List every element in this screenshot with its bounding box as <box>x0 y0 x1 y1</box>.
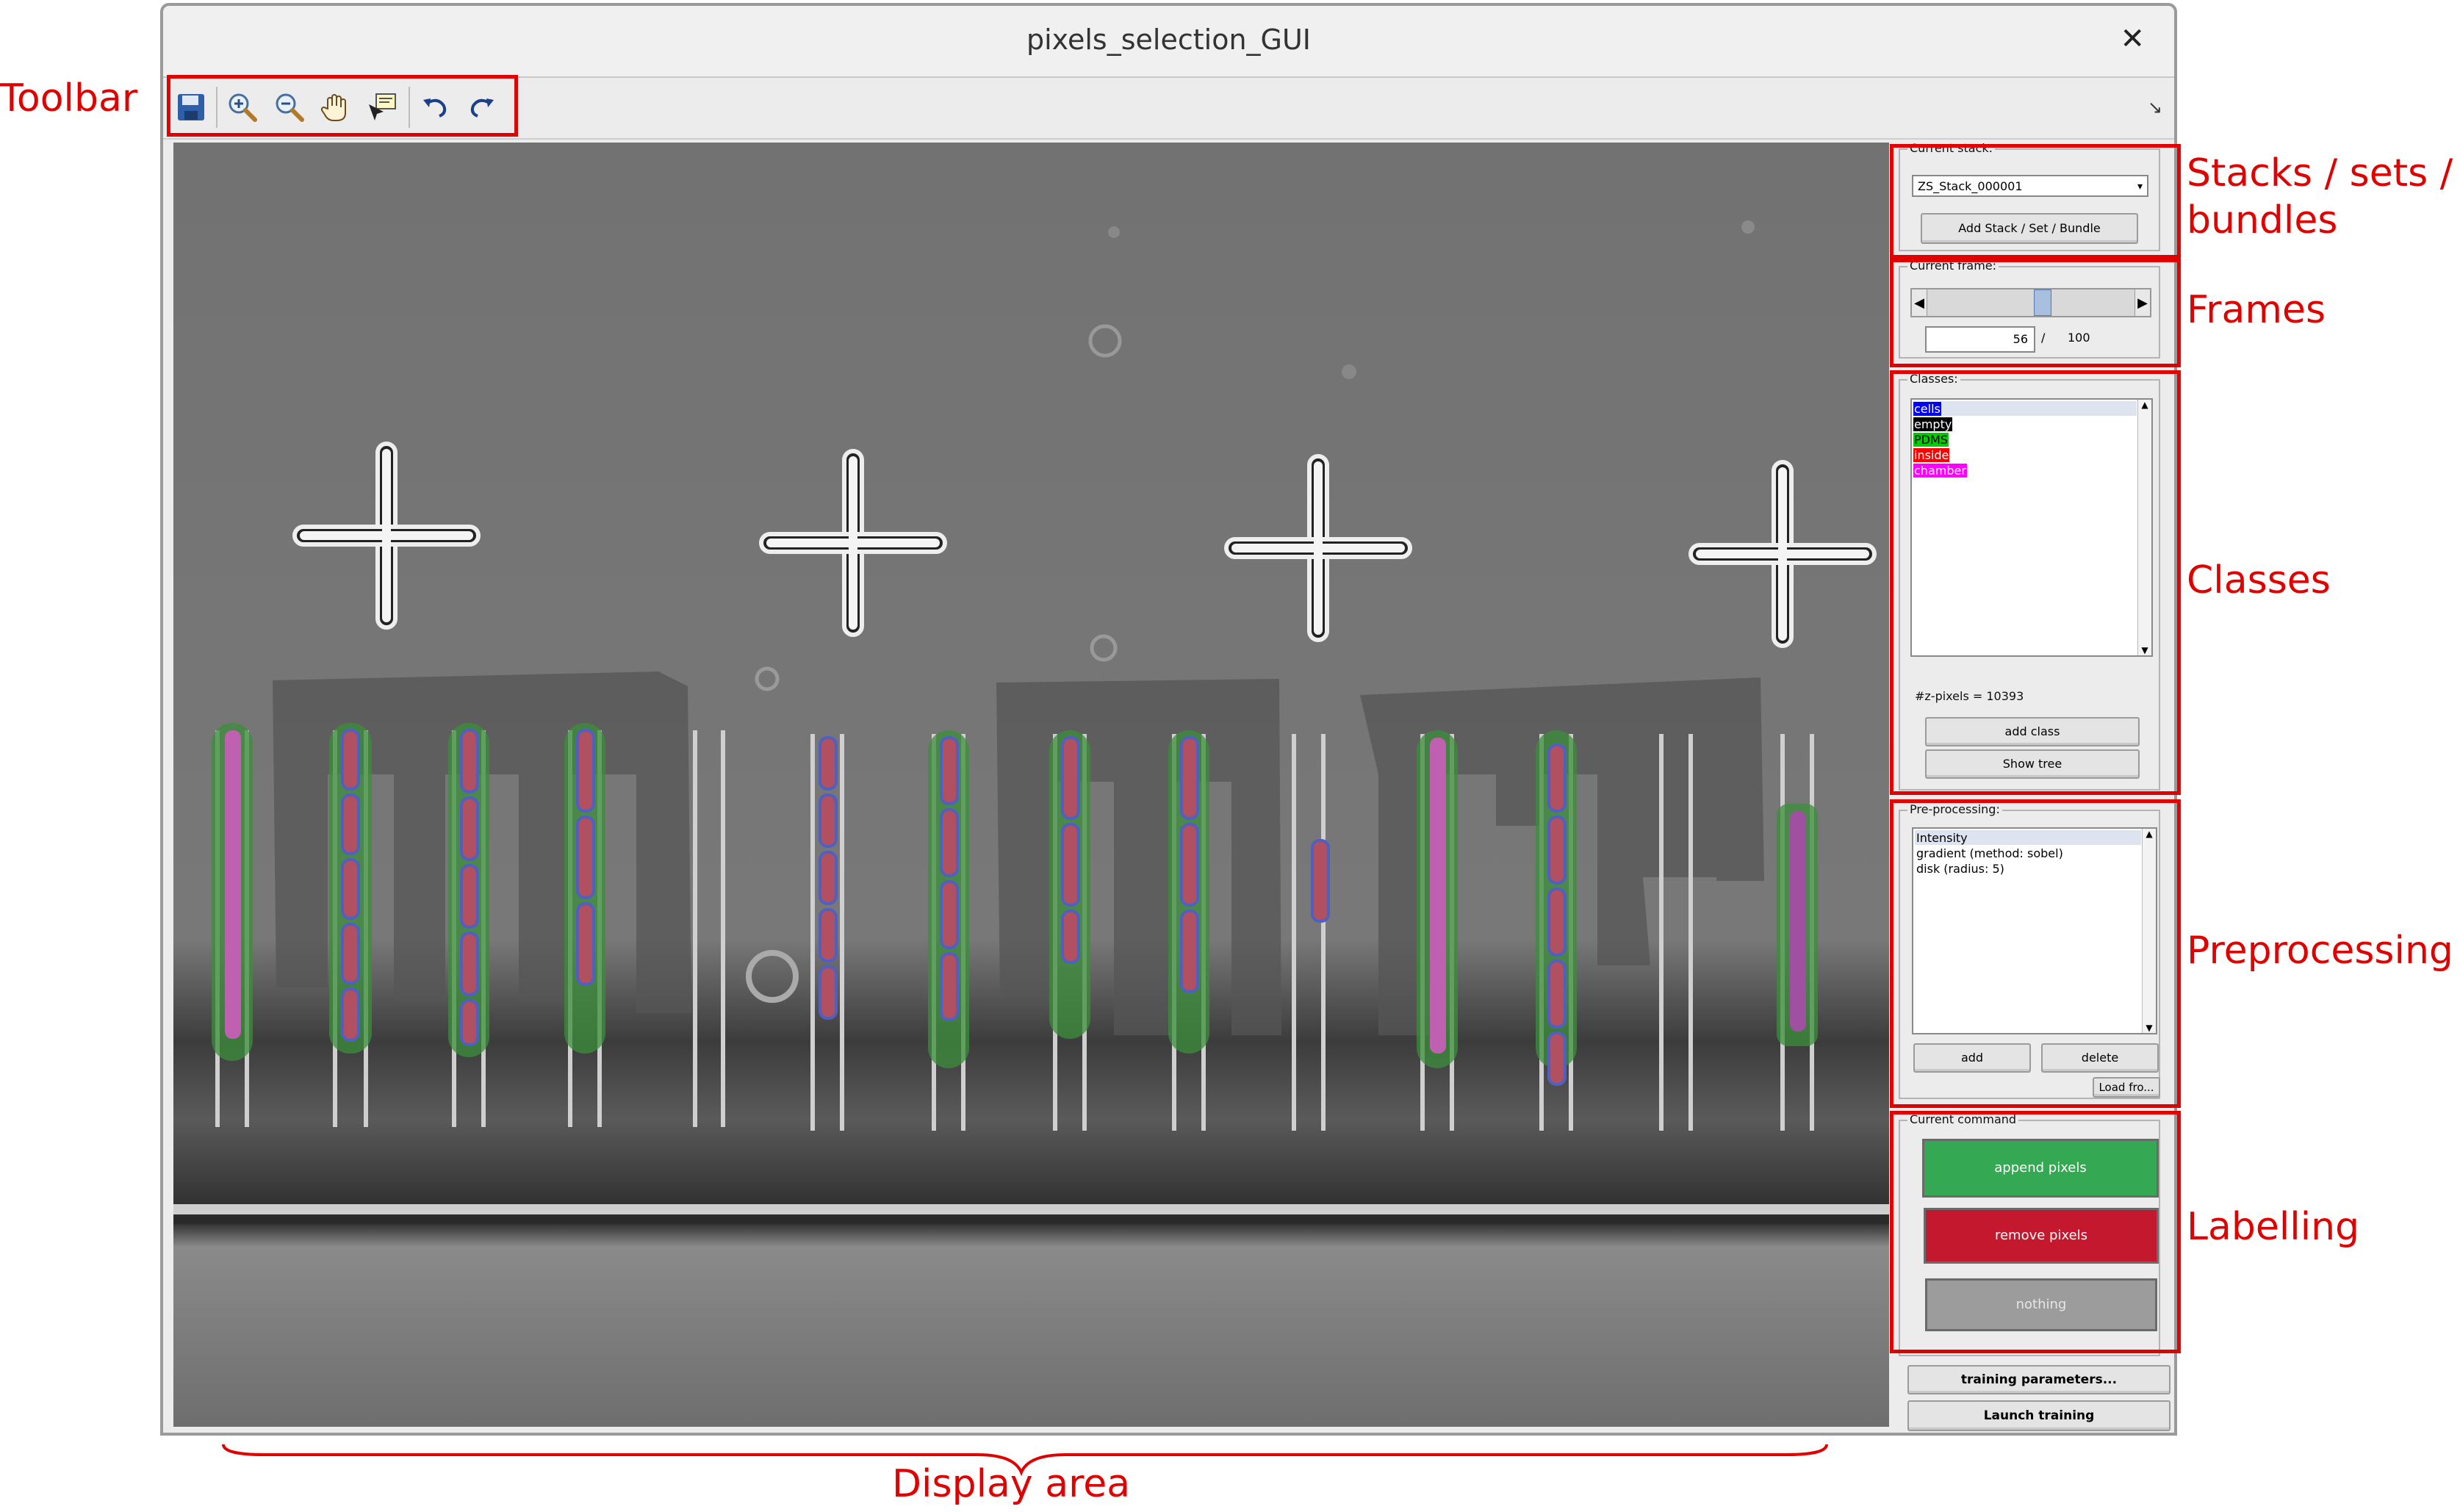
close-button[interactable]: ✕ <box>2120 22 2145 56</box>
microscopy-image[interactable] <box>173 143 1889 1427</box>
annotation-frames: Frames <box>2187 288 2326 332</box>
training-parameters-button[interactable]: training parameters... <box>1907 1365 2171 1394</box>
launch-training-button[interactable]: Launch training <box>1907 1400 2171 1431</box>
annotation-frames-box <box>1890 259 2181 367</box>
annotation-stacks-box <box>1890 144 2181 259</box>
annotation-preprocessing-box <box>1890 799 2181 1108</box>
app-window: pixels_selection_GUI ✕ ↘ Current stack: … <box>160 3 2177 1436</box>
title-bar: pixels_selection_GUI ✕ <box>163 6 2174 79</box>
annotation-toolbar: Toolbar <box>0 76 138 120</box>
annotation-labelling-box <box>1890 1111 2181 1353</box>
dock-toolbar-icon[interactable]: ↘ <box>2148 97 2162 118</box>
annotation-classes: Classes <box>2187 558 2331 602</box>
annotation-stacks-line2: bundles <box>2187 198 2338 242</box>
annotation-toolbar-box <box>167 75 518 137</box>
window-title: pixels_selection_GUI <box>1026 24 1311 56</box>
annotation-preprocessing: Preprocessing <box>2187 929 2453 973</box>
display-area[interactable] <box>173 143 1889 1427</box>
annotation-stacks-line1: Stacks / sets / <box>2187 151 2453 195</box>
annotation-labelling: Labelling <box>2187 1205 2360 1249</box>
annotation-display-area: Display area <box>892 1462 1131 1506</box>
annotation-classes-box <box>1890 370 2181 795</box>
